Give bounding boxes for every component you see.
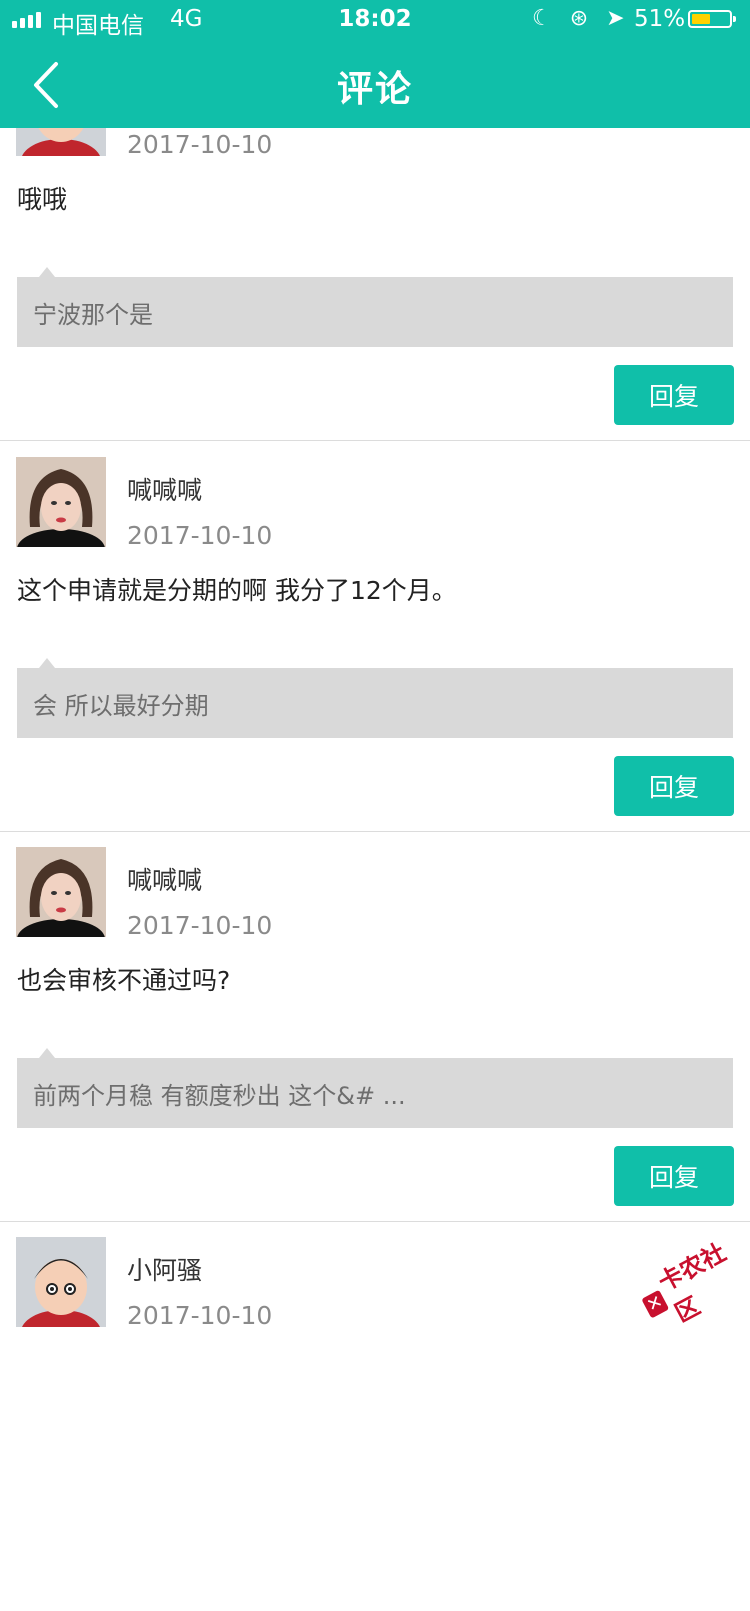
reply-button[interactable]: 回复 — [614, 365, 734, 425]
reply-box: 会 所以最好分期 — [17, 658, 733, 738]
commenter-name: 喊喊喊 — [127, 476, 203, 505]
comment-date: 2017-10-10 — [127, 911, 273, 940]
comment-text: 这个申请就是分期的啊 我分了12个月。 — [17, 576, 457, 605]
avatar[interactable] — [16, 1237, 106, 1327]
commenter-name: 小阿骚 — [127, 1256, 203, 1285]
comment-text: 也会审核不通过吗? — [17, 966, 231, 995]
reply-text: 前两个月稳 有额度秒出 这个&# ... — [33, 1082, 406, 1110]
reply-box: 前两个月稳 有额度秒出 这个&# ... — [17, 1048, 733, 1128]
comment-date: 2017-10-10 — [127, 1301, 273, 1330]
reply-box: 宁波那个是 — [17, 267, 733, 347]
reply-text: 会 所以最好分期 — [33, 692, 209, 720]
comment-text: 哦哦 — [17, 185, 68, 214]
status-bar: 中国电信 4G 18:02 ☾ ⊛ ➤ 51% — [0, 0, 750, 40]
avatar[interactable] — [16, 457, 106, 547]
comment-card: 喊喊喊 2017-10-10 这个申请就是分期的啊 我分了12个月。 会 所以最… — [0, 441, 750, 832]
comment-card: 喊喊喊 2017-10-10 也会审核不通过吗? 前两个月稳 有额度秒出 这个&… — [0, 831, 750, 1222]
comment-date: 2017-10-10 — [127, 521, 273, 550]
reply-text: 宁波那个是 — [33, 301, 153, 329]
nav-bar: 评论 — [0, 40, 750, 128]
battery-percent: 51% — [634, 6, 686, 32]
top-bar: 中国电信 4G 18:02 ☾ ⊛ ➤ 51% 评论 — [0, 0, 750, 128]
battery-icon — [688, 10, 736, 28]
reply-button[interactable]: 回复 — [614, 1146, 734, 1206]
page-title: 评论 — [336, 69, 413, 110]
rotation-lock-icon: ⊛ — [569, 6, 589, 31]
commenter-name: 喊喊喊 — [127, 866, 203, 895]
reply-button[interactable]: 回复 — [614, 756, 734, 816]
comment-date: 2017-10-10 — [127, 130, 273, 159]
avatar[interactable] — [16, 847, 106, 937]
battery-fill — [692, 14, 710, 24]
moon-icon: ☾ — [532, 6, 552, 31]
location-icon: ➤ — [606, 6, 625, 31]
